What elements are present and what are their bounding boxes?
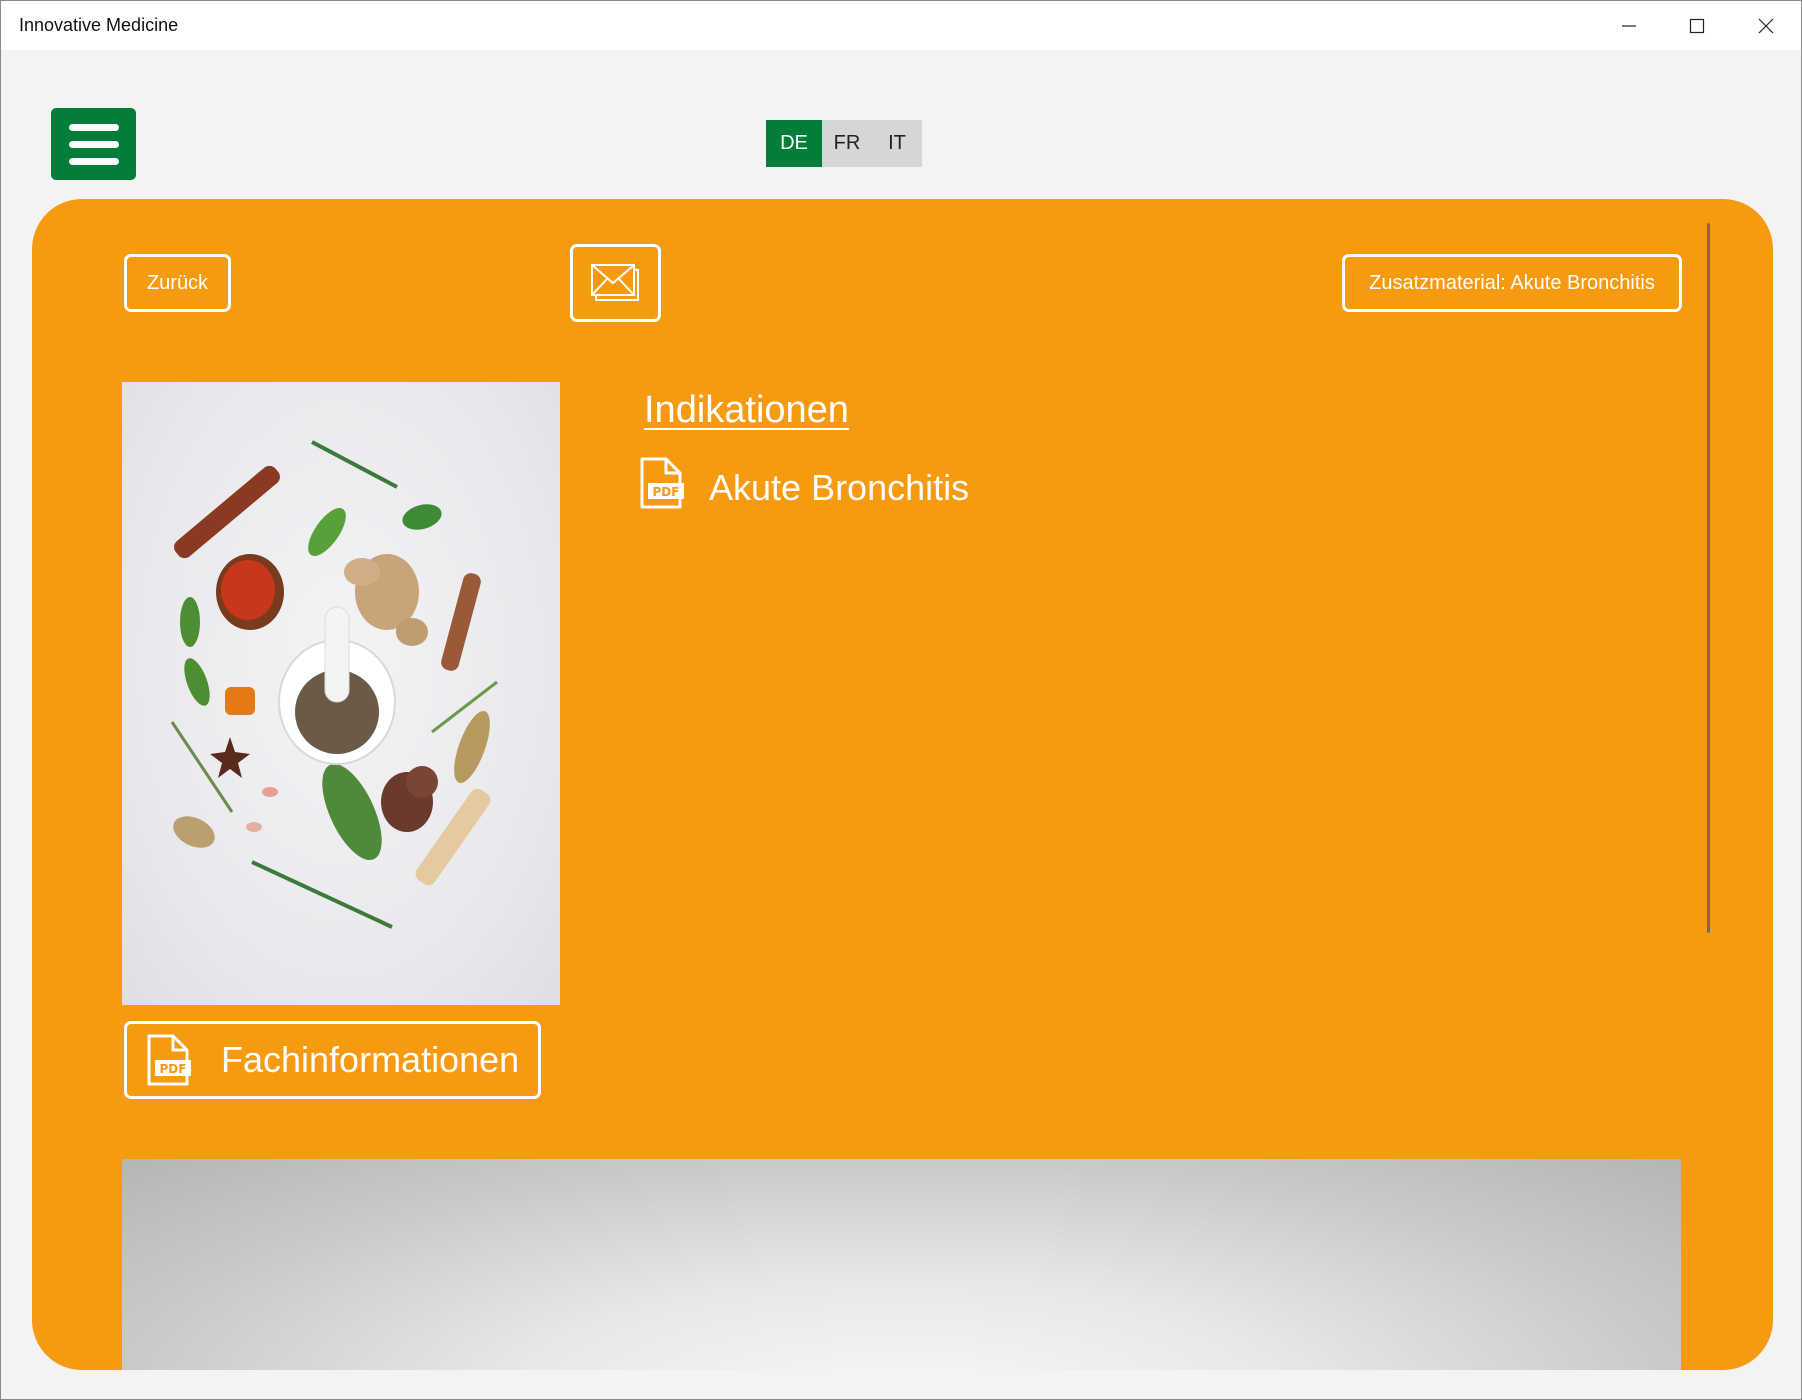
hamburger-menu-button[interactable]	[51, 108, 136, 180]
window-title: Innovative Medicine	[19, 15, 179, 35]
fachinformationen-button[interactable]: PDF Fachinformationen	[124, 1021, 541, 1099]
pdf-icon: PDF	[145, 1034, 191, 1086]
additional-material-button[interactable]: Zusatzmaterial: Akute Bronchitis	[1342, 254, 1682, 312]
hamburger-line	[68, 123, 119, 131]
svg-text:PDF: PDF	[653, 485, 680, 499]
hamburger-line	[68, 157, 119, 165]
indications-heading[interactable]: Indikationen	[644, 389, 849, 432]
content-panel: Zurück Zusatzmaterial: Akute Bronchitis	[32, 199, 1773, 1370]
fachinformationen-label: Fachinformationen	[221, 1039, 520, 1080]
back-button[interactable]: Zurück	[124, 254, 231, 312]
mail-icon	[590, 264, 639, 301]
pdf-icon: PDF	[638, 457, 684, 518]
close-icon	[1758, 18, 1774, 33]
language-option-de[interactable]: DE	[766, 120, 822, 167]
maximize-button[interactable]	[1663, 1, 1731, 50]
indication-item[interactable]: PDF Akute Bronchitis	[638, 457, 969, 518]
herbs-photo	[122, 382, 560, 1005]
minimize-button[interactable]	[1595, 1, 1663, 50]
language-option-it[interactable]: IT	[872, 120, 922, 167]
hamburger-line	[68, 140, 119, 148]
close-button[interactable]	[1732, 1, 1800, 50]
title-bar: Innovative Medicine	[1, 1, 1801, 50]
language-switcher: DE FR IT	[766, 120, 922, 167]
language-option-fr[interactable]: FR	[822, 120, 872, 167]
app-window: Innovative Medicine DE FR IT Zurück Zusa…	[0, 0, 1802, 1400]
bottom-banner-image	[122, 1159, 1681, 1370]
svg-text:PDF: PDF	[160, 1062, 187, 1076]
indication-label: Akute Bronchitis	[709, 466, 970, 508]
maximize-icon	[1689, 18, 1705, 33]
minimize-icon	[1622, 24, 1636, 27]
email-button[interactable]	[570, 244, 661, 322]
scrollbar[interactable]	[1707, 223, 1710, 933]
